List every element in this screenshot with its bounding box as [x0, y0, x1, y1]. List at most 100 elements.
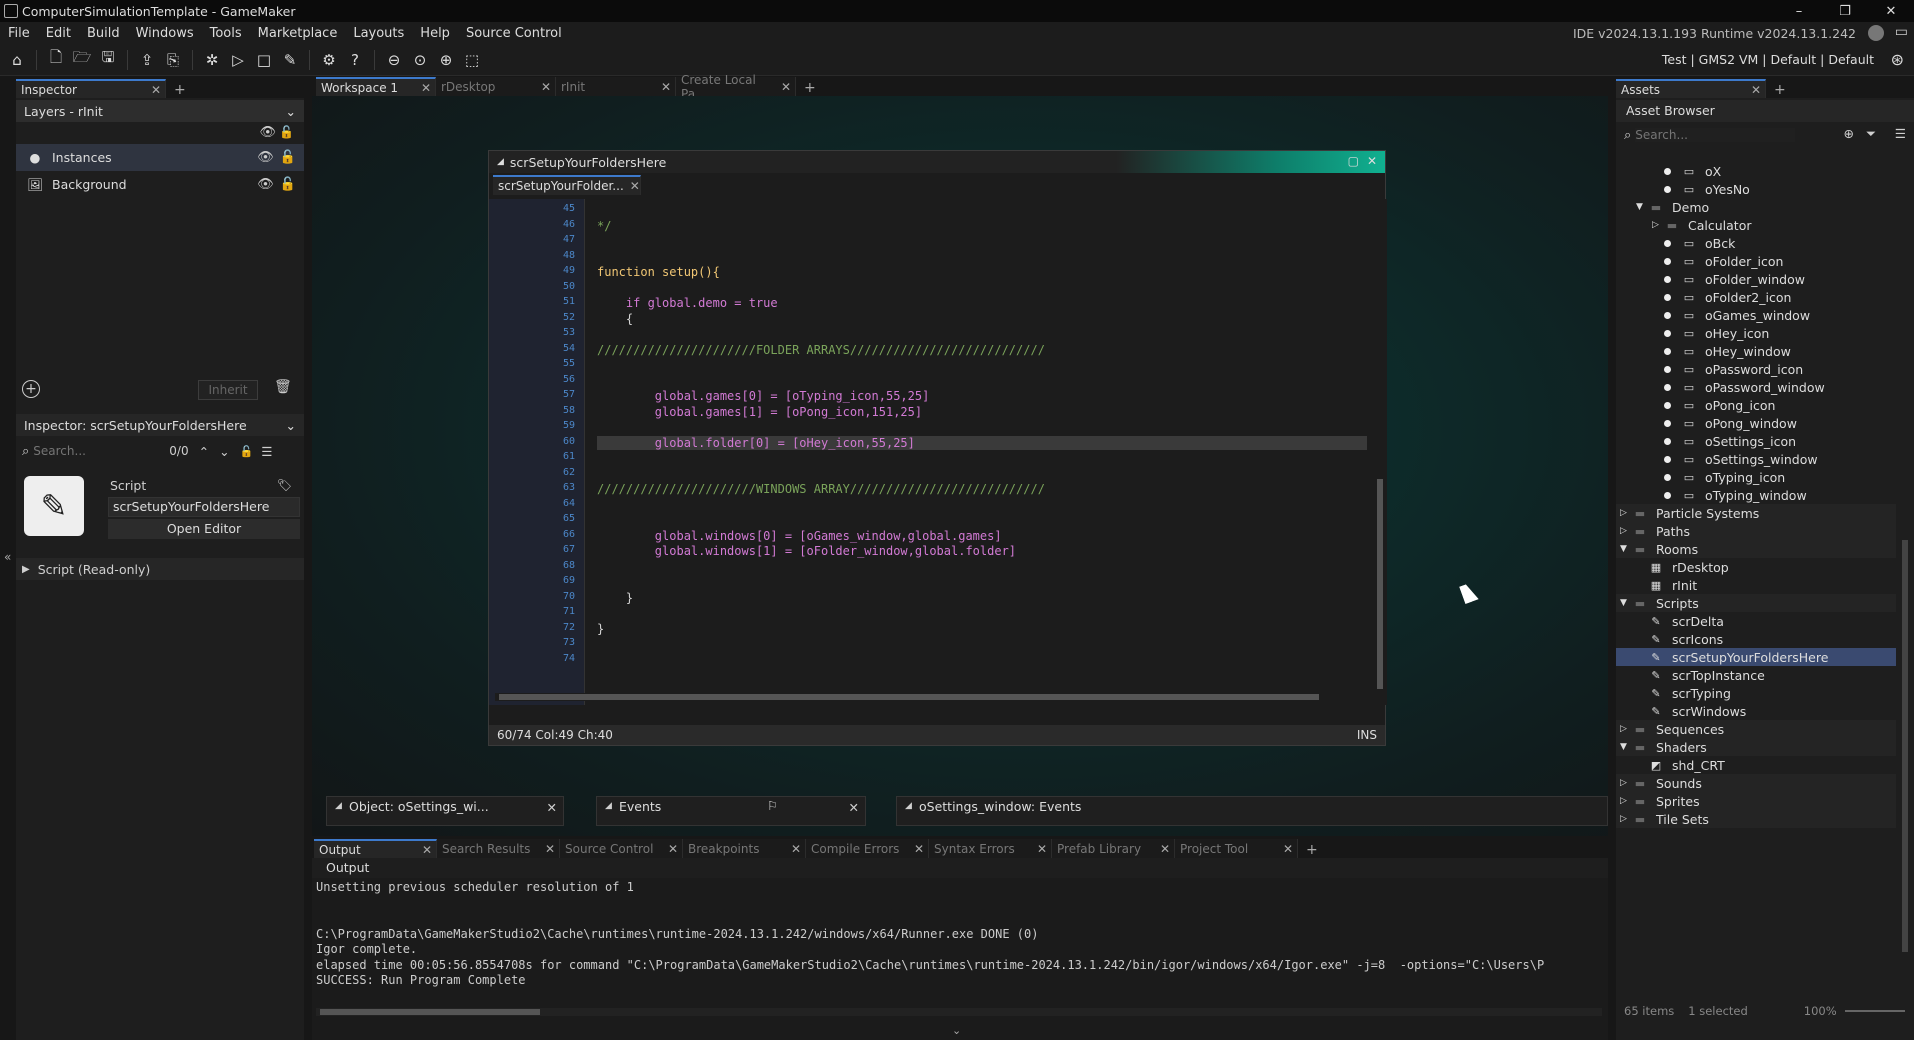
zoom-slider[interactable] — [1844, 1010, 1905, 1012]
asset-item[interactable]: ▭ oHey_icon — [1616, 324, 1896, 342]
asset-item[interactable]: ▭ oFolder_window — [1616, 270, 1896, 288]
close-button[interactable]: ✕ — [1868, 0, 1914, 22]
asset-item[interactable]: ▼ ▬ Demo — [1616, 198, 1896, 216]
close-icon[interactable]: ✕ — [849, 800, 859, 815]
asset-item[interactable]: ▭ oTyping_icon — [1616, 468, 1896, 486]
search-input[interactable] — [33, 444, 164, 458]
menu-edit[interactable]: Edit — [38, 26, 79, 41]
asset-item[interactable]: ▦ rInit — [1616, 576, 1896, 594]
close-icon[interactable]: ✕ — [630, 179, 640, 193]
lock-icon[interactable]: 🔓 — [240, 445, 254, 458]
output-log[interactable]: Unsetting previous scheduler resolution … — [312, 878, 1608, 1028]
collapse-icon[interactable]: ◢ — [335, 801, 342, 811]
open-editor-button[interactable]: Open Editor — [108, 519, 300, 539]
menu-icon[interactable]: ☰ — [1895, 126, 1906, 141]
close-icon[interactable]: ✕ — [1160, 842, 1170, 856]
expand-arrow-icon[interactable]: ▷ — [1652, 220, 1664, 230]
scrollbar-thumb[interactable] — [1377, 479, 1383, 689]
clean-icon[interactable]: ⎘ — [162, 49, 184, 71]
open-project-icon[interactable]: 🗁 — [71, 48, 93, 71]
tab-output-0[interactable]: Output ✕ — [314, 839, 437, 858]
tab-rinit[interactable]: rInit ✕ — [556, 77, 676, 96]
close-icon[interactable]: ✕ — [547, 800, 557, 815]
asset-item[interactable]: ▭ oSettings_window — [1616, 450, 1896, 468]
tab-workspace-1[interactable]: Workspace 1 ✕ — [316, 77, 436, 96]
close-icon[interactable]: ✕ — [914, 842, 924, 856]
asset-item[interactable]: ▷ ▬ Sequences — [1616, 720, 1896, 738]
expand-arrow-icon[interactable]: ▷ — [1620, 526, 1632, 536]
close-window-icon[interactable]: ✕ — [1367, 154, 1377, 168]
close-icon[interactable]: ✕ — [791, 842, 801, 856]
asset-item[interactable]: ✎ scrTyping — [1616, 684, 1896, 702]
eye-icon[interactable]: 👁 — [259, 125, 276, 140]
horizontal-scrollbar[interactable] — [495, 693, 1367, 701]
asset-item[interactable]: ▭ oPong_window — [1616, 414, 1896, 432]
expand-arrow-icon[interactable]: ▷ — [1620, 778, 1632, 788]
asset-item[interactable]: ▷ ▬ Calculator — [1616, 216, 1896, 234]
menu-marketplace[interactable]: Marketplace — [250, 26, 346, 41]
tab-output-5[interactable]: Syntax Errors ✕ — [929, 839, 1052, 858]
zoom-in-icon[interactable]: ⊕ — [435, 49, 457, 71]
output-hscrollbar[interactable] — [316, 1008, 1602, 1016]
close-icon[interactable]: ✕ — [668, 842, 678, 856]
tab-inspector[interactable]: Inspector ✕ — [16, 79, 166, 98]
zoom-out-icon[interactable]: ⊖ — [383, 49, 405, 71]
close-icon[interactable]: ✕ — [545, 842, 555, 856]
expand-arrow-icon[interactable]: ▷ — [1620, 796, 1632, 806]
menu-windows[interactable]: Windows — [128, 26, 202, 41]
collapse-arrow-icon[interactable]: ▼ — [1620, 742, 1632, 752]
fit-icon[interactable]: ⬚ — [461, 49, 483, 71]
script-readonly-section[interactable]: ▶ Script (Read-only) — [16, 558, 304, 580]
run-icon[interactable]: ▷ — [227, 49, 249, 71]
tab-output-3[interactable]: Breakpoints ✕ — [683, 839, 806, 858]
maximize-window-icon[interactable]: ▢ — [1348, 154, 1359, 168]
add-tab-icon[interactable]: + — [796, 80, 824, 96]
scrollbar-thumb[interactable] — [320, 1009, 540, 1015]
lock-icon[interactable]: 🔓 — [279, 125, 294, 139]
filter-icon[interactable]: ⏷ — [1866, 126, 1876, 142]
tab-output-2[interactable]: Source Control ✕ — [560, 839, 683, 858]
asset-item[interactable]: ▭ oGames_window — [1616, 306, 1896, 324]
script-name-field[interactable]: scrSetupYourFoldersHere — [108, 497, 300, 517]
asset-item[interactable]: ▭ oFolder_icon — [1616, 252, 1896, 270]
account-avatar-icon[interactable] — [1868, 25, 1884, 41]
asset-item[interactable]: ✎ scrIcons — [1616, 630, 1896, 648]
new-project-icon[interactable]: 🗋 — [45, 48, 67, 71]
close-icon[interactable]: ✕ — [541, 80, 551, 94]
asset-item[interactable]: ▭ oX — [1616, 162, 1896, 180]
minimize-button[interactable]: – — [1776, 0, 1822, 22]
collapse-icon[interactable]: ◢ — [497, 157, 504, 167]
asset-item[interactable]: ▭ oPong_icon — [1616, 396, 1896, 414]
close-icon[interactable]: ✕ — [781, 80, 791, 94]
chevron-up-icon[interactable]: ⌃ — [199, 444, 209, 459]
close-icon[interactable]: ✕ — [421, 81, 431, 95]
menu-help[interactable]: Help — [412, 26, 458, 41]
close-icon[interactable]: ✕ — [1283, 842, 1293, 856]
asset-item[interactable]: ▭ oHey_window — [1616, 342, 1896, 360]
add-layer-icon[interactable]: + — [22, 380, 40, 398]
flag-icon[interactable]: ⚐ — [767, 798, 778, 813]
asset-item[interactable]: ▷ ▬ Sprites — [1616, 792, 1896, 810]
layer-instances[interactable]: ● Instances 👁 🔓 — [16, 144, 304, 171]
close-icon[interactable]: ✕ — [151, 83, 161, 97]
code-area[interactable]: 45 46 47 48 49 50 51 52 53 54 55 56 57 58 59 60 61 62 63 64… — [489, 199, 1387, 705]
asset-item[interactable]: ▷ ▬ Sounds — [1616, 774, 1896, 792]
close-icon[interactable]: ✕ — [661, 80, 671, 94]
script-inspector-dropdown[interactable]: Inspector: scrSetupYourFoldersHere ⌄ — [16, 414, 304, 436]
create-executable-icon[interactable]: ⇪ — [136, 49, 158, 71]
debug-icon[interactable]: ✲ — [201, 49, 223, 71]
expand-arrow-icon[interactable]: ▷ — [1620, 814, 1632, 824]
layer-background[interactable]: 🖼 Background 👁 🔓 — [16, 171, 304, 198]
tab-output-7[interactable]: Project Tool ✕ — [1175, 839, 1298, 858]
asset-item[interactable]: ▦ rDesktop — [1616, 558, 1896, 576]
asset-item[interactable]: ▭ oFolder2_icon — [1616, 288, 1896, 306]
help-icon[interactable]: ? — [344, 49, 366, 71]
tab-output-4[interactable]: Compile Errors ✕ — [806, 839, 929, 858]
close-icon[interactable]: ✕ — [1751, 83, 1761, 97]
eye-icon[interactable]: 👁 — [257, 150, 274, 165]
layers-dropdown[interactable]: Layers - rInit ⌄ — [16, 100, 304, 122]
collapse-icon[interactable]: ◢ — [605, 801, 612, 811]
asset-item[interactable]: ✎ scrDelta — [1616, 612, 1896, 630]
inherit-button[interactable]: Inherit — [198, 380, 258, 400]
add-asset-icon[interactable]: ⊕ — [1844, 126, 1854, 141]
